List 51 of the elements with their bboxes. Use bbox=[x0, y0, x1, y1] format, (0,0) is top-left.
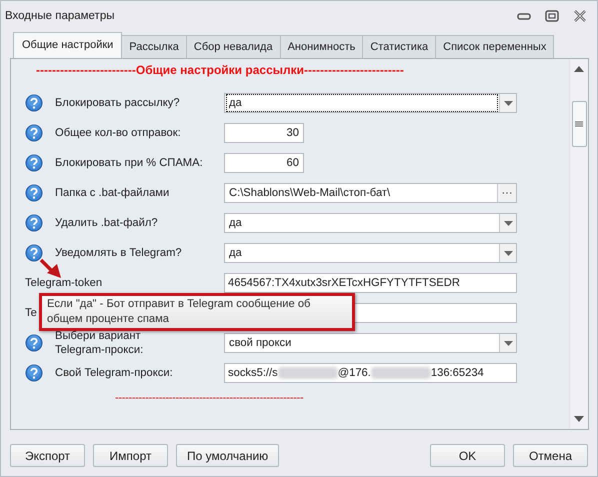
dialog-button[interactable]: По умолчанию bbox=[176, 444, 280, 467]
window-title: Входные параметры bbox=[5, 10, 114, 22]
dialog-button[interactable]: Импорт bbox=[93, 444, 168, 467]
setting-label: Выбери вариант Telegram-прокси: bbox=[55, 329, 144, 357]
setting-label: Общее кол-во отправок: bbox=[55, 126, 181, 140]
dialog-button[interactable]: Отмена bbox=[513, 444, 588, 467]
restore-icon[interactable] bbox=[545, 10, 559, 22]
input-field[interactable]: socks5://s @176. 136:65234 bbox=[224, 363, 517, 383]
dialog-button[interactable]: Экспорт bbox=[10, 444, 85, 467]
setting-label: Блокировать при % СПАМА: bbox=[55, 156, 203, 170]
setting-label: Уведомлять в Telegram? bbox=[55, 246, 182, 260]
help-icon[interactable] bbox=[25, 244, 43, 262]
setting-label: Удалить .bat-файл? bbox=[55, 216, 158, 230]
setting-label: Папка с .bat-файлами bbox=[55, 186, 170, 200]
help-icon[interactable] bbox=[25, 214, 43, 232]
setting-label: Свой Telegram-прокси: bbox=[55, 366, 173, 380]
help-icon[interactable] bbox=[25, 94, 43, 112]
setting-label: Блокировать рассылку? bbox=[55, 96, 180, 110]
section-heading: -------------------------Общие настройки рассылки------------------------- bbox=[36, 63, 405, 77]
tab[interactable]: Общие настройки bbox=[13, 32, 122, 58]
scroll-up-icon[interactable] bbox=[573, 65, 585, 73]
setting-label: Te bbox=[25, 306, 37, 320]
input-field[interactable]: 4654567:TX4xutx3srXETcxHGFYTYTFTSEDR bbox=[224, 273, 517, 293]
minimize-icon[interactable] bbox=[517, 11, 531, 21]
folder-field[interactable]: C:\Shablons\Web-Mail\стоп-бат\ ··· bbox=[224, 183, 517, 203]
help-icon[interactable] bbox=[25, 334, 43, 352]
tab[interactable]: Список переменных bbox=[435, 35, 554, 58]
scroll-down-icon[interactable] bbox=[573, 415, 585, 423]
setting-label: Telegram-token bbox=[25, 276, 102, 290]
pointer-arrow bbox=[39, 259, 63, 279]
browse-button[interactable]: ··· bbox=[497, 184, 516, 202]
help-icon[interactable] bbox=[25, 154, 43, 172]
dropdown[interactable]: да bbox=[224, 213, 517, 233]
dropdown[interactable]: да bbox=[224, 93, 517, 113]
dropdown[interactable]: да bbox=[224, 243, 517, 263]
help-icon[interactable] bbox=[25, 364, 43, 382]
number-field[interactable]: 30 bbox=[224, 123, 304, 143]
tab[interactable]: Сбор невалида bbox=[186, 35, 281, 58]
dropdown[interactable]: свой прокси bbox=[224, 333, 517, 353]
tab[interactable]: Анонимность bbox=[280, 35, 364, 58]
number-field[interactable]: 60 bbox=[224, 153, 304, 173]
section-divider: -------------------------------------------------------- bbox=[115, 392, 304, 404]
dialog-button[interactable]: OK bbox=[430, 444, 505, 467]
tab[interactable]: Рассылка bbox=[121, 35, 187, 58]
tooltip: Если "да" - Бот отправит в Telegram сообщение об общем проценте спама bbox=[39, 293, 355, 331]
scroll-thumb[interactable] bbox=[572, 101, 586, 147]
help-icon[interactable] bbox=[25, 124, 43, 142]
help-icon[interactable] bbox=[25, 184, 43, 202]
close-icon[interactable] bbox=[573, 10, 587, 22]
scrollbar[interactable] bbox=[569, 59, 588, 429]
tab[interactable]: Статистика bbox=[362, 35, 436, 58]
